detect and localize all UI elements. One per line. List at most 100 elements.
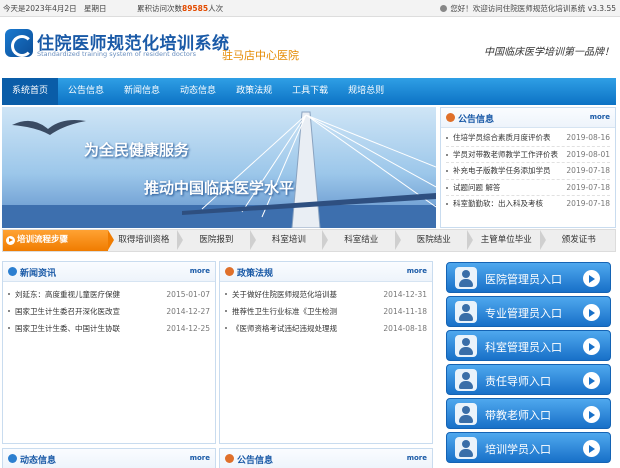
announcements-box: 公告信息 more 住培学员综合素质月度评价表 2019-08-16 学员对带教老… bbox=[440, 107, 616, 228]
nav-home[interactable]: 系统首页 bbox=[2, 78, 59, 105]
trainee-avatar-icon bbox=[455, 437, 477, 459]
list-item-date: 2019-08-16 bbox=[566, 133, 610, 142]
trainee-entry-button[interactable]: 培训学员入口 bbox=[446, 432, 611, 463]
news-icon bbox=[8, 267, 17, 276]
arrow-right-icon bbox=[583, 270, 600, 287]
entry-label: 专业管理员入口 bbox=[485, 307, 562, 320]
list-item-text[interactable]: 《医师资格考试违纪违规处理规 bbox=[232, 320, 337, 337]
hero-banner: 为全民健康服务 推动中国临床医学水平 bbox=[2, 107, 436, 228]
nav-downloads[interactable]: 工具下载 bbox=[282, 78, 338, 105]
list-item[interactable]: 推荐性卫生行业标准《卫生检测 2014-11-18 bbox=[225, 303, 427, 320]
list-item[interactable]: 《医师资格考试违纪违规处理规 2014-08-18 bbox=[225, 320, 427, 337]
news-title: 新闻资讯 bbox=[20, 269, 57, 279]
hospital-admin-entry-button[interactable]: 医院管理员入口 bbox=[446, 262, 611, 293]
banner-illustration bbox=[2, 111, 436, 228]
announcements-2-more-link[interactable]: more bbox=[407, 454, 427, 462]
teacher-entry-button[interactable]: 带教老师入口 bbox=[446, 398, 611, 429]
list-item-text[interactable]: 刘延东：高度重视儿童医疗保健 bbox=[15, 286, 120, 303]
nav-general-rules[interactable]: 规培总则 bbox=[338, 78, 394, 105]
arrow-right-icon bbox=[6, 236, 15, 245]
announcements-header: 公告信息 more bbox=[441, 108, 615, 128]
list-item[interactable]: 学员对带教老师教学工作评价表 2019-08-01 bbox=[446, 147, 610, 163]
list-item-text[interactable]: 补充电子版教学任务添加学员 bbox=[453, 163, 551, 179]
training-process-bar: 培训流程步骤 取得培训资格 医院报到 科室培训 科室结业 医院结业 主管单位毕业… bbox=[2, 229, 616, 252]
list-item-date: 2019-08-01 bbox=[566, 149, 610, 159]
slogan: 中国临床医学培训第一品牌！ bbox=[484, 47, 614, 58]
list-item[interactable]: 住培学员综合素质月度评价表 2019-08-16 bbox=[446, 130, 610, 147]
hospital-name: 驻马店中心医院 bbox=[222, 49, 299, 62]
list-item-date: 2014-12-31 bbox=[383, 290, 427, 299]
welcome-text: 您好！欢迎访问住院医师规范化培训系统 v3.3.55 bbox=[440, 3, 616, 14]
announcements-more-link[interactable]: more bbox=[590, 113, 610, 121]
policy-panel: 政策法规 more 关于做好住院医师规范化培训基 2014-12-31 推荐性卫生… bbox=[219, 261, 433, 444]
visit-counter-prefix: 累积访问次数 bbox=[137, 4, 182, 13]
list-item-text[interactable]: 关于做好住院医师规范化培训基 bbox=[232, 286, 337, 303]
announcements-2-header: 公告信息 more bbox=[220, 449, 432, 468]
list-item-date: 2015-01-07 bbox=[166, 290, 210, 299]
list-item-date: 2019-07-18 bbox=[566, 166, 610, 175]
bullet-icon bbox=[8, 293, 10, 295]
seagull-icon bbox=[12, 120, 86, 135]
process-step: 主管单位毕业 bbox=[470, 230, 547, 251]
visit-counter-suffix: 人次 bbox=[208, 4, 224, 13]
announcements-title: 公告信息 bbox=[458, 115, 495, 125]
arrow-right-icon bbox=[583, 406, 600, 423]
list-item[interactable]: 科室勤勤软：出入科及考核 2019-07-18 bbox=[446, 196, 610, 213]
news-panel: 新闻资讯 more 刘延东：高度重视儿童医疗保健 2015-01-07 国家卫生计… bbox=[2, 261, 216, 444]
process-step: 医院报到 bbox=[180, 230, 257, 251]
banner-line-1: 为全民健康服务 bbox=[84, 141, 190, 159]
user-icon bbox=[440, 5, 448, 12]
arrow-right-icon bbox=[583, 440, 600, 457]
nav-announcements[interactable]: 公告信息 bbox=[58, 78, 114, 105]
nav-policies[interactable]: 政策法规 bbox=[226, 78, 282, 105]
specialty-admin-entry-button[interactable]: 专业管理员入口 bbox=[446, 296, 611, 327]
nav-news[interactable]: 新闻信息 bbox=[114, 78, 170, 105]
list-item-text[interactable]: 国家卫生计生委召开深化医改宣 bbox=[15, 303, 120, 320]
list-item[interactable]: 国家卫生计生委、中国计生协联 2014-12-25 bbox=[8, 320, 210, 337]
bullet-icon bbox=[446, 203, 448, 205]
news-list: 刘延东：高度重视儿童医疗保健 2015-01-07 国家卫生计生委召开深化医改宣 2… bbox=[3, 282, 215, 337]
visit-counter: 累积访问次数89585人次 bbox=[137, 3, 223, 14]
list-item-date: 2014-11-18 bbox=[383, 307, 427, 316]
bullet-icon bbox=[446, 170, 448, 172]
list-item-text[interactable]: 学员对带教老师教学工作评价表 bbox=[453, 147, 558, 163]
list-item-text[interactable]: 国家卫生计生委、中国计生协联 bbox=[15, 320, 120, 337]
news-more-link[interactable]: more bbox=[190, 267, 210, 275]
megaphone-icon bbox=[225, 454, 234, 463]
current-date: 今天是2023年4月2日 bbox=[3, 4, 77, 13]
list-item-text[interactable]: 科室勤勤软：出入科及考核 bbox=[453, 196, 543, 213]
entry-label: 责任导师入口 bbox=[485, 375, 551, 388]
list-item[interactable]: 国家卫生计生委召开深化医改宣 2014-12-27 bbox=[8, 303, 210, 320]
welcome-label: 您好！欢迎访问住院医师规范化培训系统 v3.3.55 bbox=[450, 4, 616, 13]
visit-count: 89585 bbox=[182, 4, 209, 13]
dynamics-title: 动态信息 bbox=[20, 456, 57, 466]
list-item-text[interactable]: 住培学员综合素质月度评价表 bbox=[453, 130, 551, 146]
policy-more-link[interactable]: more bbox=[407, 267, 427, 275]
entry-label: 科室管理员入口 bbox=[485, 341, 562, 354]
dynamics-icon bbox=[8, 454, 17, 463]
nav-dynamics[interactable]: 动态信息 bbox=[170, 78, 226, 105]
list-item[interactable]: 刘延东：高度重视儿童医疗保健 2015-01-07 bbox=[8, 286, 210, 303]
news-header: 新闻资讯 more bbox=[3, 262, 215, 282]
announcements-list: 住培学员综合素质月度评价表 2019-08-16 学员对带教老师教学工作评价表 20… bbox=[441, 128, 615, 213]
doctor-avatar-icon bbox=[455, 267, 477, 289]
bullet-icon bbox=[446, 153, 448, 156]
process-step: 取得培训资格 bbox=[108, 230, 184, 251]
mentor-entry-button[interactable]: 责任导师入口 bbox=[446, 364, 611, 395]
list-item[interactable]: 关于做好住院医师规范化培训基 2014-12-31 bbox=[225, 286, 427, 303]
list-item[interactable]: 补充电子版教学任务添加学员 2019-07-18 bbox=[446, 163, 610, 180]
department-admin-entry-button[interactable]: 科室管理员入口 bbox=[446, 330, 611, 361]
arrow-right-icon bbox=[583, 338, 600, 355]
announcements-2-title: 公告信息 bbox=[237, 456, 274, 466]
entry-label: 医院管理员入口 bbox=[485, 273, 562, 286]
list-item-date: 2019-07-18 bbox=[566, 199, 610, 208]
arrow-right-icon bbox=[583, 372, 600, 389]
list-item[interactable]: 试题问题 解答 2019-07-18 bbox=[446, 180, 610, 196]
entry-label: 带教老师入口 bbox=[485, 409, 551, 422]
dynamics-header: 动态信息 more bbox=[3, 449, 215, 468]
list-item-text[interactable]: 推荐性卫生行业标准《卫生检测 bbox=[232, 303, 337, 320]
dynamics-more-link[interactable]: more bbox=[190, 454, 210, 462]
teacher-avatar-icon bbox=[455, 403, 477, 425]
logo-icon bbox=[5, 29, 33, 57]
list-item-text[interactable]: 试题问题 解答 bbox=[453, 180, 500, 196]
